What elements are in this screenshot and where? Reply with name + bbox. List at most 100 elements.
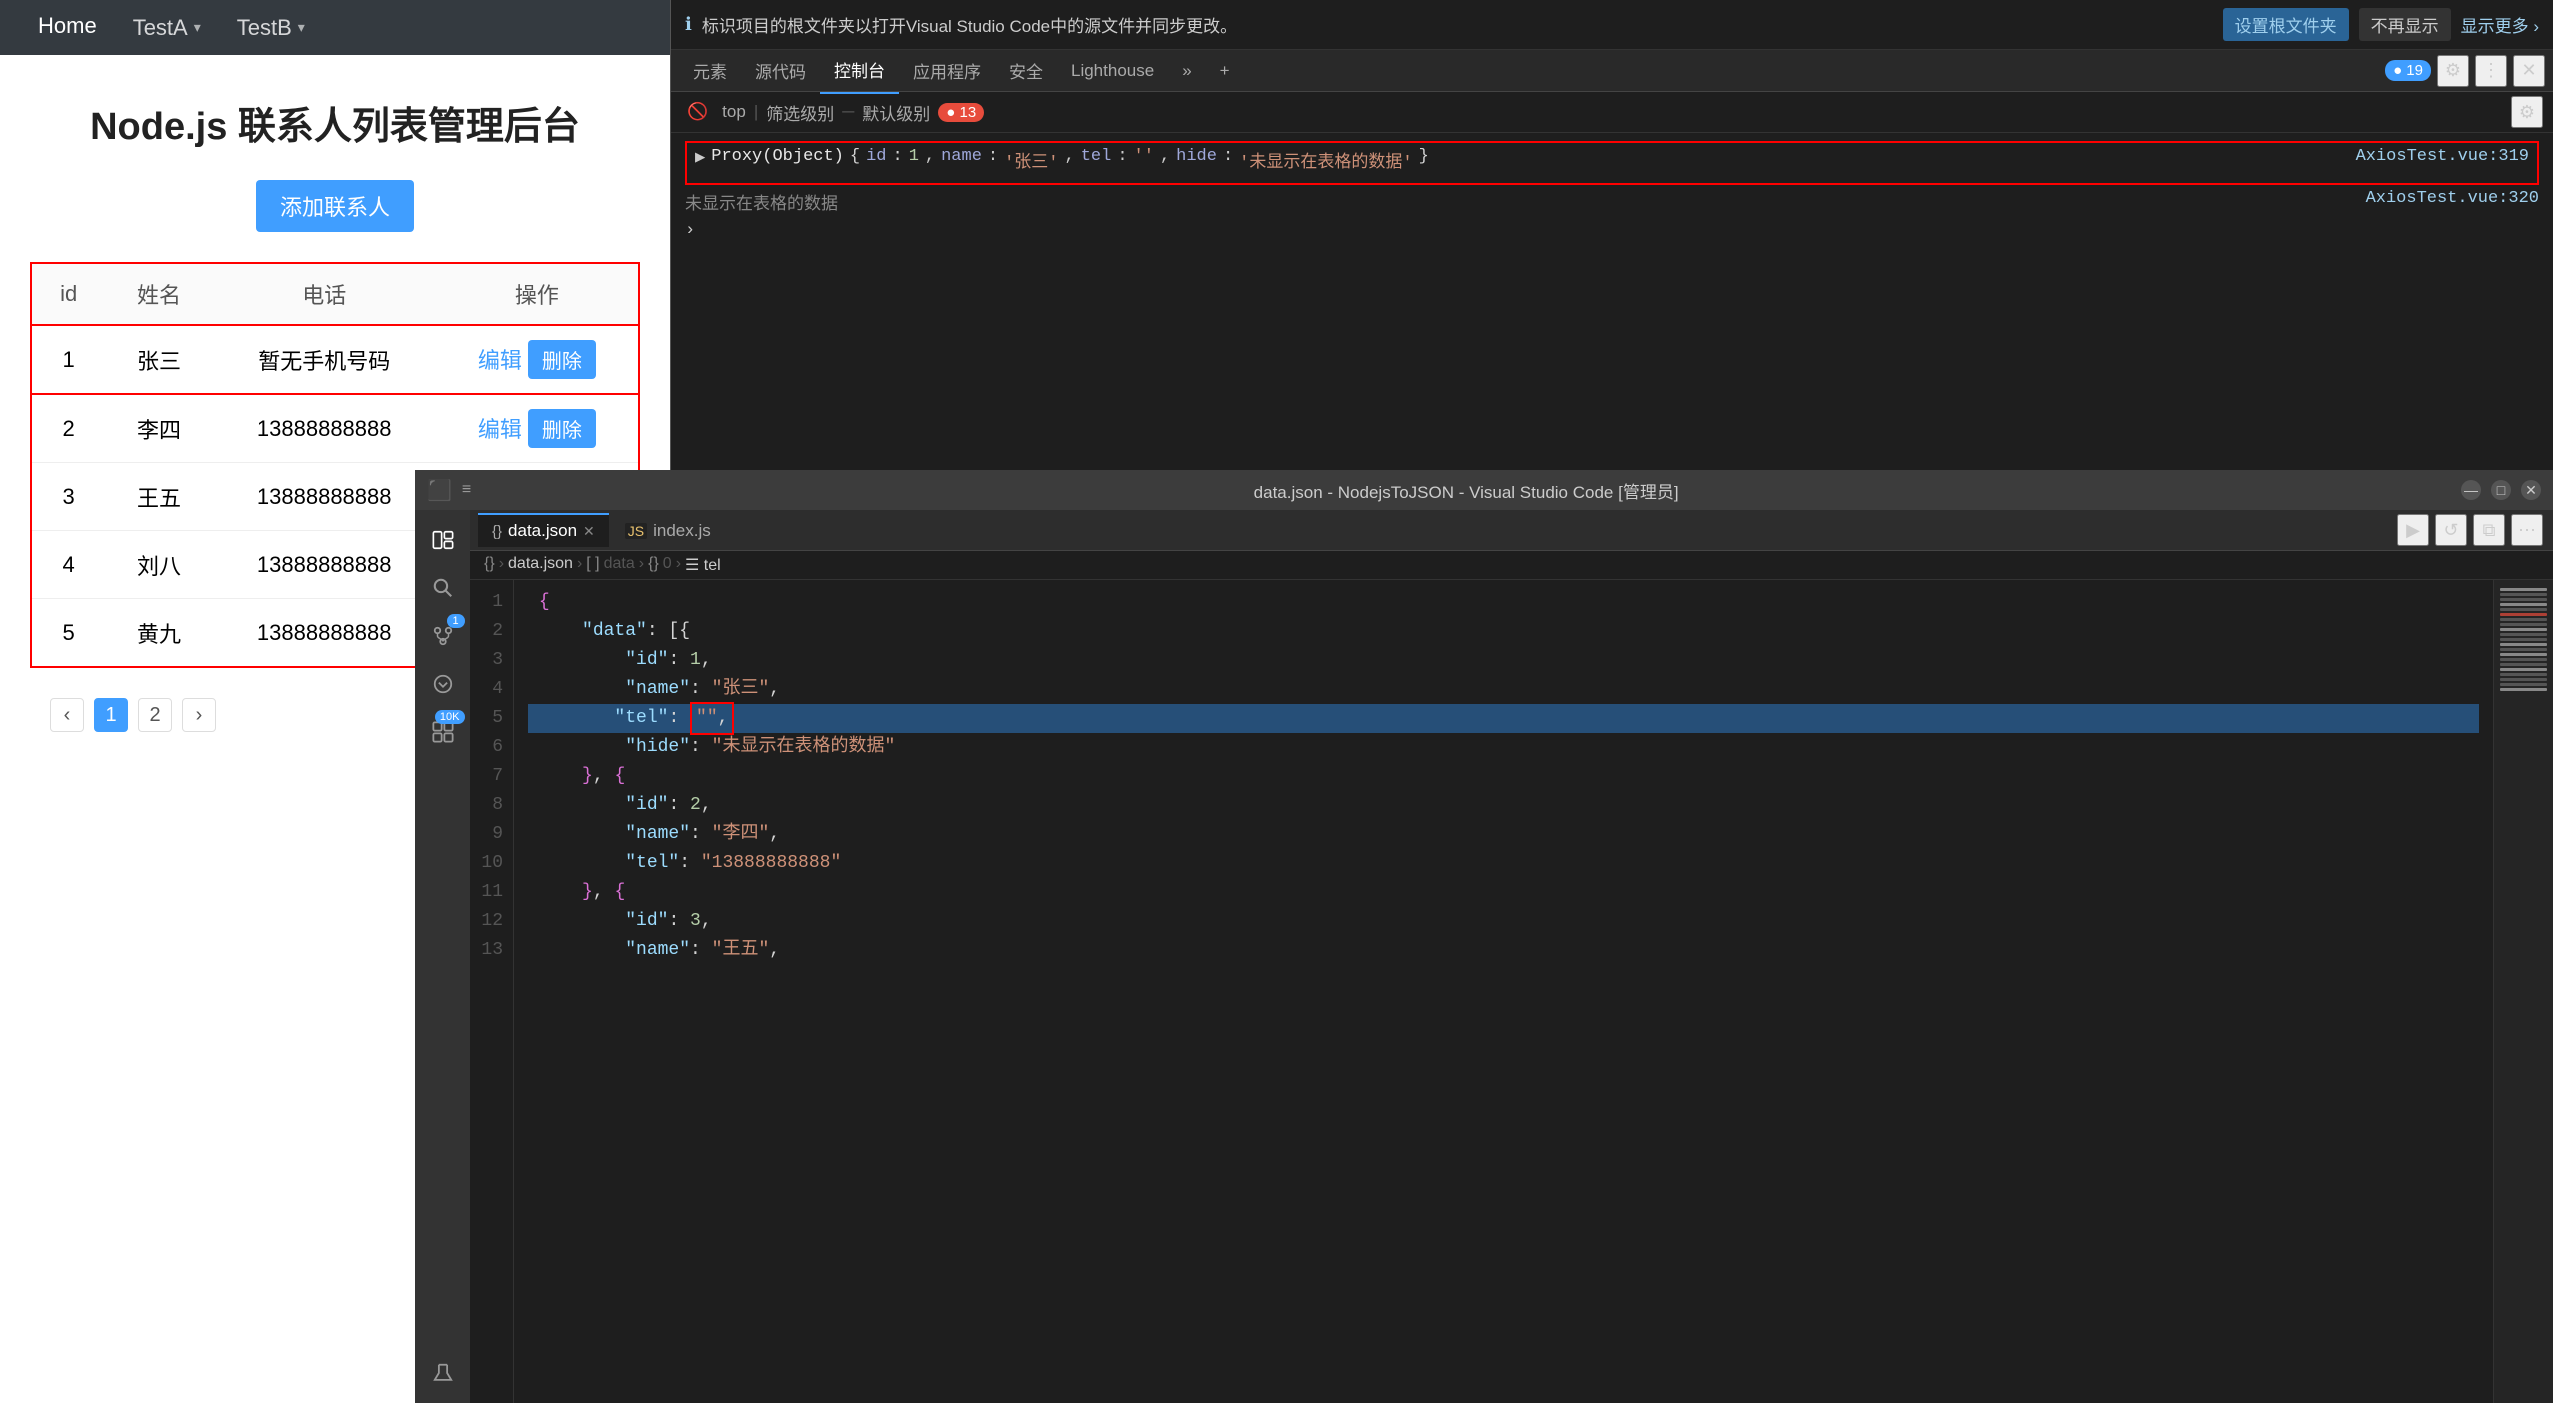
vscode-file-tabs: {} data.json ✕ JS index.js — [470, 510, 2387, 550]
devtools-tab-application[interactable]: 应用程序 — [899, 48, 995, 93]
code-line: }, { — [528, 762, 2479, 791]
proxy-hide-val: '未显示在表格的数据' — [1239, 147, 1412, 173]
close-window-button[interactable]: ✕ — [2521, 480, 2541, 500]
dismiss-banner-button[interactable]: 不再显示 — [2359, 8, 2451, 41]
console-plain-line: 未显示在表格的数据 AxiosTest.vue:320 — [685, 189, 2539, 215]
edit-button[interactable]: 编辑 — [478, 343, 522, 375]
page-title: Node.js 联系人列表管理后台 — [30, 95, 640, 150]
breadcrumb-sep3: data — [604, 555, 635, 575]
devtools-top-icons: ● 19 ⚙ ⋮ ✕ — [2385, 55, 2545, 87]
proxy-name-key: name — [941, 147, 982, 166]
expand-arrow[interactable]: ▶ — [695, 147, 705, 168]
plain-line-text: 未显示在表格的数据 — [685, 189, 838, 215]
devtools-secondary-toolbar: 🚫 top | 筛选级别 ─ 默认级别 ● 13 ⚙ — [671, 92, 2553, 133]
add-contact-button[interactable]: 添加联系人 — [256, 180, 414, 232]
line-number: 4 — [470, 675, 513, 704]
tab-js-label: index.js — [653, 521, 711, 541]
customize-devtools-button[interactable]: ⚙ — [2437, 55, 2469, 87]
line-numbers: 12345678910111213 — [470, 580, 514, 1403]
run-icon[interactable]: ▶ — [2397, 514, 2429, 546]
setup-root-button[interactable]: 设置根文件夹 — [2223, 8, 2349, 41]
line-number: 10 — [470, 849, 513, 878]
vscode-menu-icon[interactable]: ≡ — [462, 481, 471, 499]
tab-index-js[interactable]: JS index.js — [611, 513, 725, 547]
tab-data-json[interactable]: {} data.json ✕ — [478, 513, 609, 547]
edit-button[interactable]: 编辑 — [478, 412, 522, 444]
settings-devtools-button[interactable]: ⋮ — [2475, 55, 2507, 87]
devtools-tab-more[interactable]: » — [1168, 51, 1205, 91]
code-line: "hide": "未显示在表格的数据" — [528, 733, 2479, 762]
activity-search-icon[interactable] — [423, 568, 463, 608]
activity-explorer-icon[interactable] — [423, 520, 463, 560]
proxy-tel-key: tel — [1081, 147, 1112, 166]
axios-link-1[interactable]: AxiosTest.vue:319 — [2356, 147, 2529, 166]
minimize-button[interactable]: — — [2461, 480, 2481, 500]
delete-button[interactable]: 删除 — [528, 340, 596, 379]
vscode-titlebar: ⬛ ≡ data.json - NodejsToJSON - Visual St… — [415, 470, 2553, 510]
proxy-id-key: id — [866, 147, 886, 166]
line-number: 7 — [470, 762, 513, 791]
nav-item-home[interactable]: Home — [20, 0, 115, 58]
activity-extensions-icon[interactable]: 10K — [423, 712, 463, 752]
filter-placeholder: 筛选级别 — [766, 100, 834, 125]
cell-tel: 13888888888 — [213, 463, 436, 531]
line-number: 11 — [470, 878, 513, 907]
line-number: 8 — [470, 791, 513, 820]
info-icon: ℹ — [685, 14, 692, 35]
col-action: 操作 — [436, 263, 639, 325]
delete-button[interactable]: 删除 — [528, 409, 596, 448]
cell-action: 编辑删除 — [436, 394, 639, 463]
split-editor-icon[interactable]: ⧉ — [2473, 514, 2505, 546]
proxy-tel-val: '' — [1134, 147, 1154, 166]
close-devtools-button[interactable]: ✕ — [2513, 55, 2545, 87]
devtools-tab-add[interactable]: + — [1206, 51, 1244, 91]
line-number: 12 — [470, 907, 513, 936]
git-badge: 1 — [447, 614, 465, 628]
nav-item-testA[interactable]: TestA ▾ — [115, 0, 219, 57]
proxy-colon3: : — [1117, 147, 1127, 166]
cell-tel: 13888888888 — [213, 531, 436, 599]
breadcrumb-sep4: › — [639, 555, 644, 575]
cell-name: 王五 — [105, 463, 212, 531]
cell-id: 3 — [31, 463, 105, 531]
proxy-brace-open: { — [850, 147, 860, 166]
console-expand-arrow[interactable]: › — [685, 221, 695, 240]
nav-item-testB[interactable]: TestB ▾ — [219, 0, 323, 57]
axios-link-2[interactable]: AxiosTest.vue:320 — [2366, 189, 2539, 208]
vscode-editor-main: {} data.json ✕ JS index.js ▶ ↺ ⧉ ⋯ {} › … — [470, 510, 2553, 1403]
vscode-window-buttons: — □ ✕ — [2461, 480, 2541, 500]
history-icon[interactable]: ↺ — [2435, 514, 2467, 546]
activity-debug-icon[interactable] — [423, 664, 463, 704]
tab-data-label: data.json — [508, 521, 577, 541]
nav-testA-label: TestA — [133, 15, 188, 41]
vscode-activity-bar: 1 10K — [415, 510, 470, 1403]
close-tab-icon[interactable]: ✕ — [583, 523, 595, 540]
next-page-button[interactable]: › — [182, 698, 216, 732]
line-number: 13 — [470, 936, 513, 965]
show-more-link[interactable]: 显示更多 › — [2461, 12, 2539, 37]
cell-name: 李四 — [105, 394, 212, 463]
code-line: "name": "王五", — [528, 936, 2479, 965]
filter-level-label: top — [722, 102, 746, 122]
code-content[interactable]: { "data": [{ "id": 1, "name": "张三", "tel… — [514, 580, 2493, 1403]
breadcrumb-bar: {} › data.json › [ ] data › {} 0 › ☰ tel — [470, 551, 2553, 580]
clear-console-button[interactable]: 🚫 — [681, 100, 714, 124]
activity-git-icon[interactable]: 1 — [423, 616, 463, 656]
devtools-tab-security[interactable]: 安全 — [995, 48, 1057, 93]
line-number: 1 — [470, 588, 513, 617]
activity-flask-icon[interactable] — [423, 1353, 463, 1393]
cell-tel: 暂无手机号码 — [213, 325, 436, 394]
page-2-button[interactable]: 2 — [138, 698, 172, 732]
cell-action: 编辑删除 — [436, 325, 639, 394]
page-1-button[interactable]: 1 — [94, 698, 128, 732]
vscode-logo-icon: ⬛ — [427, 478, 452, 503]
more-actions-icon[interactable]: ⋯ — [2511, 514, 2543, 546]
devtools-tab-console[interactable]: 控制台 — [820, 47, 899, 94]
cell-tel: 13888888888 — [213, 394, 436, 463]
devtools-tab-sources[interactable]: 源代码 — [741, 48, 820, 93]
restore-button[interactable]: □ — [2491, 480, 2511, 500]
devtools-gear-icon[interactable]: ⚙ — [2511, 96, 2543, 128]
prev-page-button[interactable]: ‹ — [50, 698, 84, 732]
devtools-tab-elements[interactable]: 元素 — [679, 48, 741, 93]
devtools-tab-lighthouse[interactable]: Lighthouse — [1057, 51, 1168, 91]
